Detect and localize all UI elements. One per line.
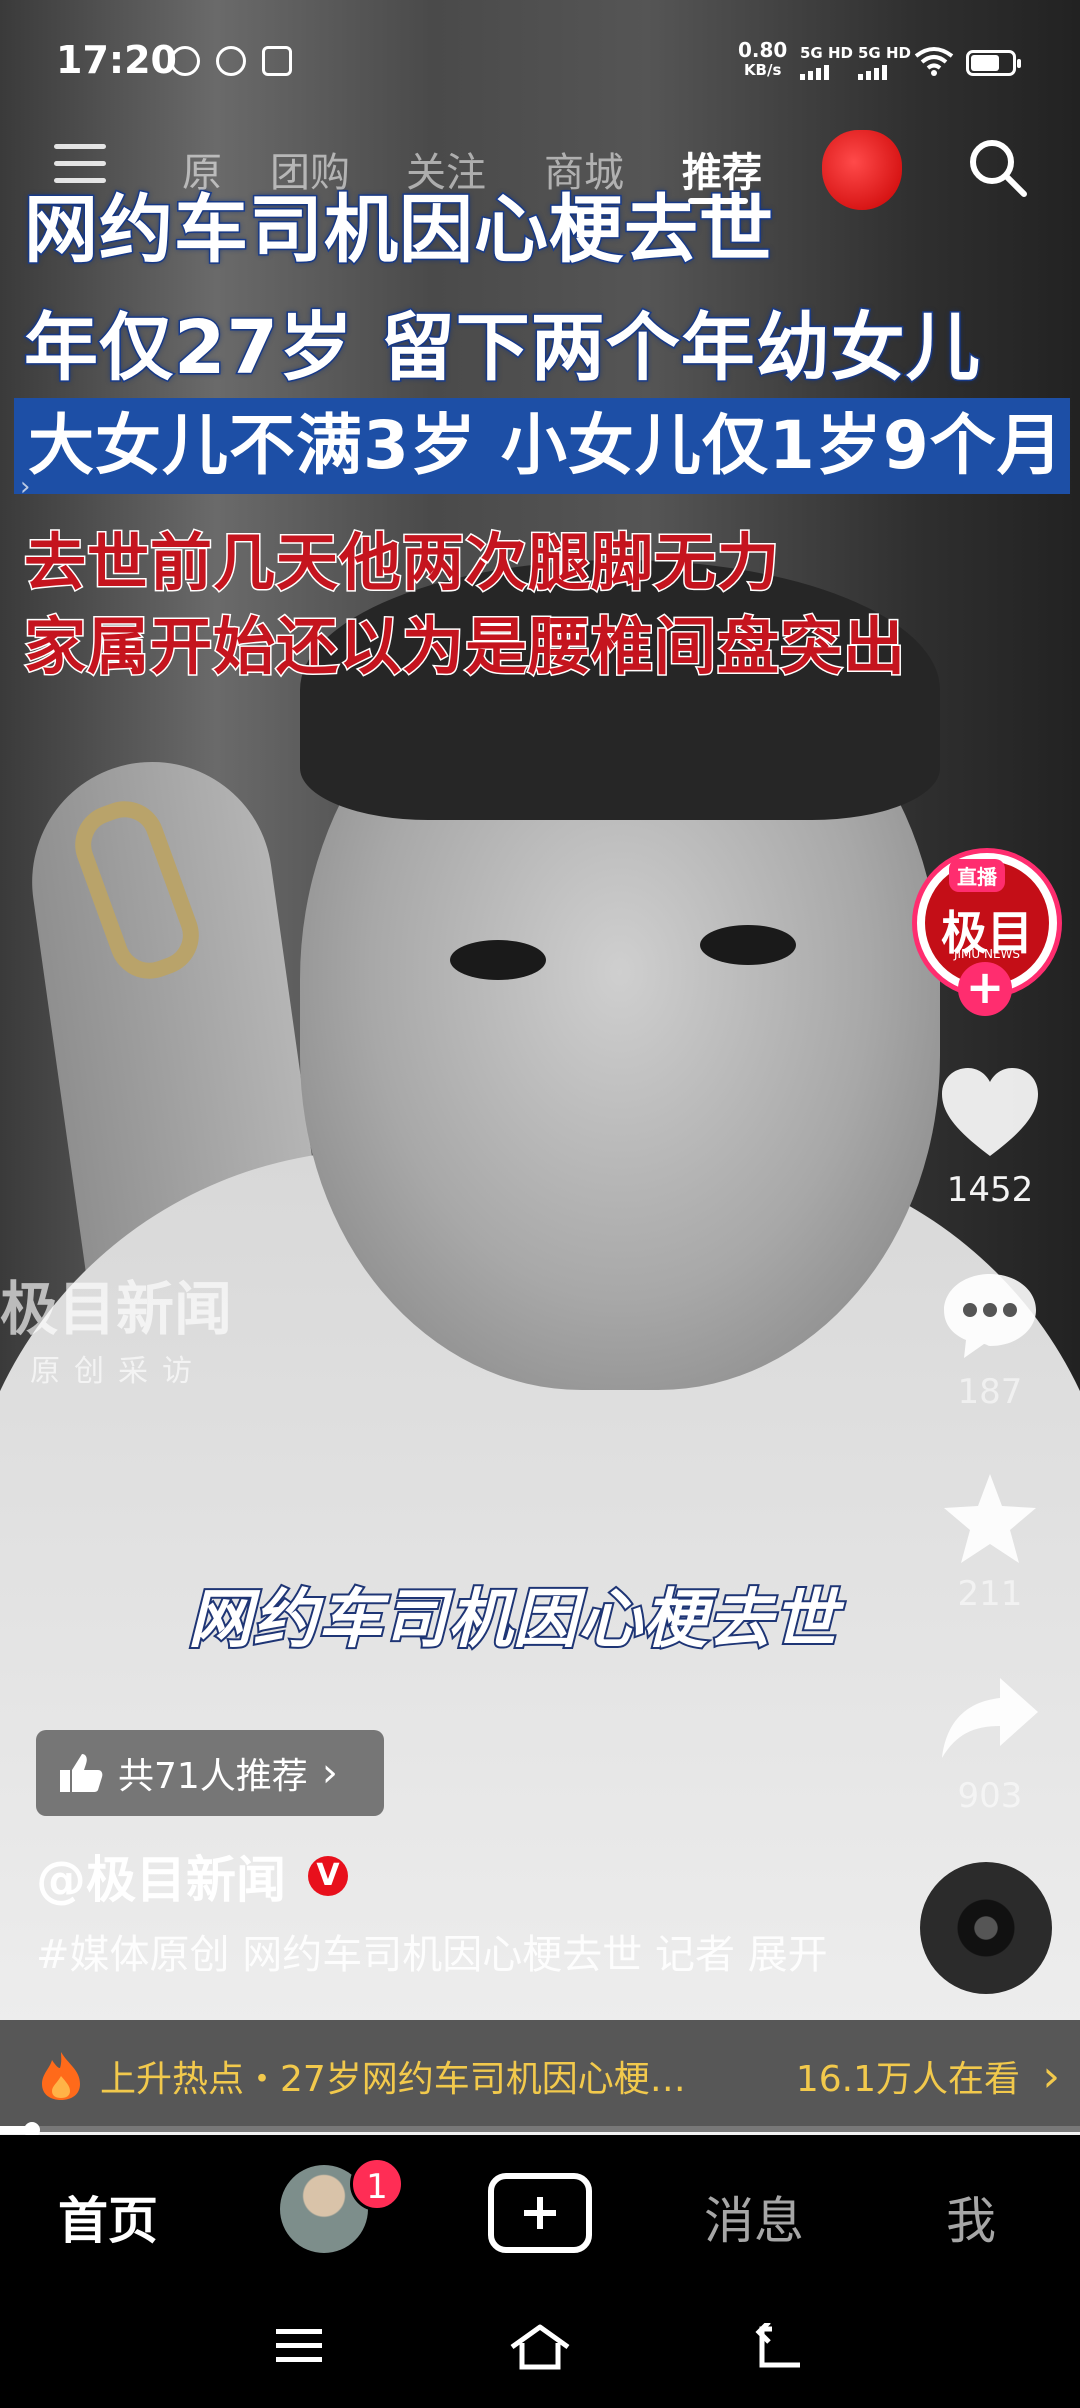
app-notification-icon xyxy=(170,46,200,76)
active-tab-indicator xyxy=(688,198,748,204)
tab-original[interactable]: 原 xyxy=(182,140,222,198)
tab-mall[interactable]: 商城 xyxy=(544,140,624,198)
watermark-brand: 极目新闻 xyxy=(0,1275,233,1343)
signal-sim2-icon: 5G HD xyxy=(858,44,911,80)
favorite-count: 211 xyxy=(957,1574,1023,1614)
top-nav: 原 团购 关注 商城 推荐 xyxy=(0,130,1080,210)
status-time: 17:20 xyxy=(56,38,177,82)
thumbs-up-icon xyxy=(60,1754,103,1792)
verified-badge-icon: V xyxy=(308,1856,348,1896)
flame-icon xyxy=(42,2052,80,2100)
tab-recommend[interactable]: 推荐 xyxy=(682,140,762,198)
share-button[interactable]: 903 xyxy=(920,1672,1060,1816)
network-speed: 0.80 KB/s xyxy=(738,40,787,80)
create-post-button[interactable] xyxy=(488,2173,592,2253)
comment-button[interactable]: 187 xyxy=(920,1268,1060,1412)
tab-messages[interactable]: 消息 xyxy=(704,2181,804,2253)
recommend-label: 共71人推荐 xyxy=(118,1756,308,1797)
red-envelope-icon[interactable] xyxy=(822,130,902,210)
comment-icon xyxy=(944,1274,1036,1358)
playback-progress[interactable] xyxy=(0,2122,1080,2138)
video-subtitle: 网约车司机因心梗去世 xyxy=(186,1581,839,1659)
caption-line-3: 大女儿不满3岁 小女儿仅1岁9个月 xyxy=(14,398,1070,494)
tab-following[interactable]: 关注 xyxy=(406,140,486,198)
favorite-button[interactable]: 211 xyxy=(920,1470,1060,1614)
battery-icon xyxy=(966,50,1021,76)
heart-icon xyxy=(942,1068,1038,1156)
star-icon xyxy=(944,1474,1036,1563)
tab-me[interactable]: 我 xyxy=(946,2181,996,2253)
video-eye-right xyxy=(700,925,796,965)
watching-count: 16.1万人在看 xyxy=(795,2059,1020,2100)
live-badge: 直播 xyxy=(949,859,1005,892)
sim2-label: 5G HD xyxy=(858,44,911,62)
wifi-icon xyxy=(914,47,954,76)
chevron-right-icon: › xyxy=(321,1750,338,1796)
app-notification-icon xyxy=(216,46,246,76)
tab-home[interactable]: 首页 xyxy=(58,2181,158,2253)
system-nav-bar xyxy=(0,2285,1080,2408)
author-handle: @极目新闻 xyxy=(36,1851,286,1909)
search-icon[interactable] xyxy=(966,136,1028,198)
share-arrow-icon xyxy=(942,1678,1038,1758)
hot-topic-text: 上升热点・27岁网约车司机因心梗… xyxy=(100,2059,686,2100)
watermark: 极目新闻 原创采访 xyxy=(0,1262,232,1390)
home-icon[interactable] xyxy=(508,2323,572,2371)
follow-button[interactable]: + xyxy=(958,962,1012,1016)
status-bar: 17:20 0.80 KB/s 5G HD 5G HD xyxy=(0,0,1080,120)
caption-line-2: 年仅27岁 留下两个年幼女儿 xyxy=(23,304,982,393)
friends-notification-badge: 1 xyxy=(350,2157,404,2211)
creator-avatar-brand-sub: JIMU NEWS xyxy=(953,947,1021,961)
video-eye-left xyxy=(450,940,546,980)
recent-apps-icon[interactable] xyxy=(274,2323,324,2367)
video-description[interactable]: #媒体原创 网约车司机因心梗去世 记者 展开 xyxy=(36,1922,828,1980)
side-drawer-chevron-icon[interactable]: › xyxy=(20,472,30,502)
sim1-label: 5G HD xyxy=(800,44,853,62)
network-speed-unit: KB/s xyxy=(743,61,782,79)
bottom-tab-bar: 首页 1 消息 我 xyxy=(0,2135,1080,2285)
chevron-right-icon: › xyxy=(1042,2050,1060,2102)
back-icon[interactable] xyxy=(752,2323,808,2371)
share-count: 903 xyxy=(957,1776,1023,1816)
signal-sim1-icon: 5G HD xyxy=(800,44,853,80)
author[interactable]: @极目新闻 V xyxy=(36,1840,348,1912)
comment-count: 187 xyxy=(957,1372,1023,1412)
caption-line-5: 家属开始还以为是腰椎间盘突出 xyxy=(22,609,907,685)
music-disc-icon[interactable] xyxy=(920,1862,1052,1994)
watermark-tagline: 原创采访 xyxy=(30,1354,206,1389)
network-speed-value: 0.80 xyxy=(738,38,788,62)
recommend-chip[interactable]: 共71人推荐 › xyxy=(36,1730,384,1816)
hot-topic-bar[interactable]: 上升热点・27岁网约车司机因心梗… 16.1万人在看 › xyxy=(0,2020,1080,2132)
caption-line-4: 去世前几天他两次腿脚无力 xyxy=(22,525,781,601)
tab-group-buy[interactable]: 团购 xyxy=(270,140,350,198)
app-notification-icon xyxy=(262,46,292,76)
menu-icon[interactable] xyxy=(54,144,106,186)
like-count: 1452 xyxy=(946,1170,1034,1210)
like-button[interactable]: 1452 xyxy=(920,1066,1060,1210)
